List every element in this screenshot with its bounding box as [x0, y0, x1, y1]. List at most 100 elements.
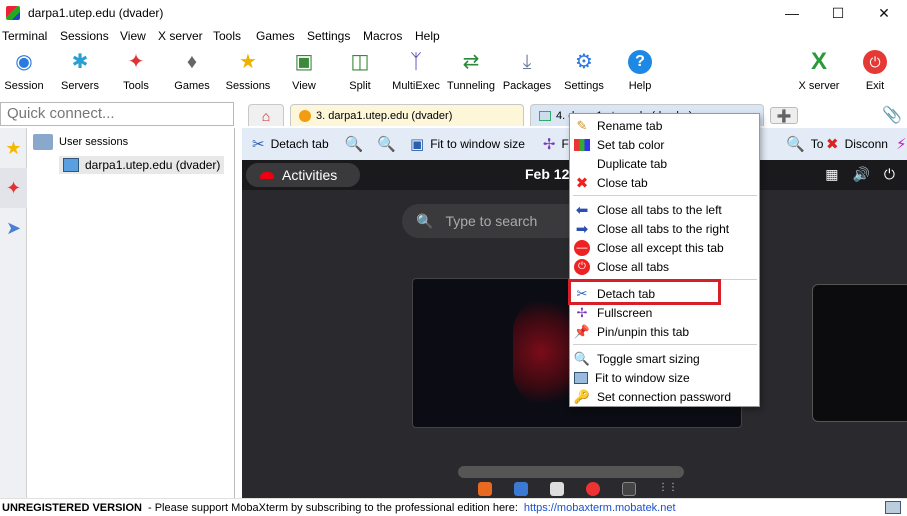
x-server-button[interactable]: XX server	[791, 50, 847, 98]
view-button[interactable]: ▣ View	[276, 50, 332, 98]
zoom-in-icon: 🔍	[344, 136, 364, 153]
help-button[interactable]: ? Help	[612, 50, 668, 98]
files-icon[interactable]	[514, 482, 528, 496]
packages-icon: ⤓	[522, 51, 532, 73]
window-title: darpa1.utep.edu (dvader)	[28, 6, 164, 20]
attach-icon[interactable]: 📎	[882, 105, 902, 125]
software-icon[interactable]	[550, 482, 564, 496]
menu-close-all[interactable]: ⏻ Close all tabs	[571, 257, 759, 276]
color-icon	[574, 138, 590, 151]
menu-games[interactable]: Games	[254, 29, 305, 43]
power-icon: ⏻	[574, 258, 590, 275]
tree-session-item[interactable]: darpa1.utep.edu (dvader)	[59, 156, 225, 174]
close-window-button[interactable]: ✕	[861, 0, 907, 26]
menu-terminal[interactable]: Terminal	[0, 29, 58, 43]
send-icon[interactable]: ➤	[0, 208, 27, 248]
help-ring-icon[interactable]	[586, 482, 600, 496]
status-message: - Please support MobaXterm by subscribin…	[147, 501, 518, 514]
sessions-button[interactable]: ★ Sessions	[220, 50, 276, 98]
detach-tab-button[interactable]: ✂ Detach tab	[252, 135, 329, 153]
games-button[interactable]: ♦ Games	[164, 50, 220, 98]
volume-icon: 🔊	[852, 166, 870, 182]
menu-macros[interactable]: Macros	[361, 29, 413, 43]
menu-fit-window[interactable]: Fit to window size	[571, 368, 759, 387]
duplicate-icon	[574, 156, 590, 172]
tab-session-3[interactable]: 3. darpa1.utep.edu (dvader)	[290, 104, 524, 126]
home-icon: ⌂	[261, 107, 271, 124]
scissors-icon: ✂	[252, 136, 265, 153]
settings-button[interactable]: ⚙ Settings	[556, 50, 612, 98]
favorites-star-icon[interactable]: ★	[0, 128, 27, 168]
zoom-out-button[interactable]: 🔍	[377, 135, 402, 153]
system-tray[interactable]: ▦ 🔊 ⏻	[825, 166, 895, 183]
packages-button[interactable]: ⤓ Packages	[499, 50, 555, 98]
menu-pin-tab[interactable]: 📌 Pin/unpin this tab	[571, 322, 759, 341]
menu-separator	[573, 195, 757, 196]
dash: ⋮⋮	[478, 482, 678, 496]
menu-close-left[interactable]: ⬅ Close all tabs to the left	[571, 200, 759, 219]
power-menu-icon: ⏻	[883, 166, 895, 182]
mobaxterm-link[interactable]: https://mobaxterm.mobatek.net	[524, 502, 676, 514]
menu-x-server[interactable]: X server	[156, 29, 211, 43]
session-button[interactable]: ◉ Session	[0, 50, 52, 98]
menu-close-right[interactable]: ➡ Close all tabs to the right	[571, 219, 759, 238]
key-icon: 🔑	[573, 388, 591, 404]
toggle-button[interactable]: 🔍 To	[786, 135, 823, 153]
window-thumbnail-2[interactable]	[812, 284, 907, 422]
menu-set-tab-color[interactable]: Set tab color	[571, 135, 759, 154]
menu-duplicate-tab[interactable]: Duplicate tab	[571, 154, 759, 173]
help-icon: ?	[628, 50, 652, 74]
menu-help[interactable]: Help	[413, 29, 453, 43]
menu-close-tab[interactable]: ✖ Close tab	[571, 173, 759, 192]
home-tab[interactable]: ⌂	[248, 104, 284, 126]
terminal-icon[interactable]	[622, 482, 636, 496]
menu-set-password[interactable]: 🔑 Set connection password	[571, 387, 759, 406]
fit-window-button[interactable]: ▣ Fit to window size	[410, 135, 525, 153]
clock[interactable]: Feb 12	[525, 166, 569, 182]
fit-window-icon	[574, 371, 588, 384]
windows-icon	[63, 158, 79, 172]
title-bar: darpa1.utep.edu (dvader) — ☐ ✕	[0, 0, 907, 26]
lightning-icon[interactable]: ⚡	[896, 135, 907, 153]
disconnect-button[interactable]: ✖ Disconn	[826, 135, 888, 153]
zoom-in-button[interactable]: 🔍	[345, 135, 370, 153]
menu-tools[interactable]: Tools	[211, 29, 254, 43]
sessions-sidebar: User sessions darpa1.utep.edu (dvader)	[27, 128, 235, 498]
minimize-button[interactable]: —	[769, 0, 815, 26]
monitor-status-icon	[885, 501, 901, 514]
app-grid-icon[interactable]: ⋮⋮	[658, 482, 678, 496]
sidebar-strip: ★ ✦ ➤	[0, 128, 27, 498]
unregistered-label: UNREGISTERED VERSION	[2, 501, 142, 514]
new-tab-button[interactable]: ➕	[770, 107, 798, 124]
app-icon	[6, 6, 20, 20]
status-bar: UNREGISTERED VERSION - Please support Mo…	[0, 498, 907, 516]
firefox-icon[interactable]	[478, 482, 492, 496]
menu-sessions[interactable]: Sessions	[58, 29, 118, 43]
maximize-button[interactable]: ☐	[815, 0, 861, 26]
multiexec-icon: ᛉ	[410, 51, 422, 73]
tools-strip-icon[interactable]: ✦	[0, 168, 27, 208]
servers-button[interactable]: ✱ Servers	[52, 50, 108, 98]
tree-user-sessions[interactable]: User sessions	[33, 134, 128, 150]
activities-button[interactable]: Activities	[246, 163, 360, 187]
menu-rename-tab[interactable]: ✎ Rename tab	[571, 116, 759, 135]
exit-button[interactable]: ⏻ Exit	[847, 50, 903, 98]
menu-close-except[interactable]: — Close all except this tab	[571, 238, 759, 257]
split-icon: ◫	[350, 51, 370, 73]
menu-view[interactable]: View	[118, 29, 156, 43]
power-icon: ⏻	[863, 50, 887, 74]
workspace-indicator	[458, 466, 684, 478]
menu-bar: Terminal Sessions View X server Tools Ga…	[0, 26, 907, 46]
user-folder-icon	[33, 134, 53, 150]
close-icon: ✖	[826, 136, 839, 153]
quick-connect-input[interactable]: Quick connect...	[0, 102, 234, 126]
session-icon: ◉	[15, 51, 33, 73]
multiexec-button[interactable]: ᛉ MultiExec	[388, 50, 444, 98]
menu-toggle-smart-sizing[interactable]: 🔍 Toggle smart sizing	[571, 349, 759, 368]
menu-fullscreen[interactable]: ✢ Fullscreen	[571, 303, 759, 322]
menu-settings[interactable]: Settings	[305, 29, 361, 43]
tools-button[interactable]: ✦ Tools	[108, 50, 164, 98]
split-button[interactable]: ◫ Split	[332, 50, 388, 98]
monitor-icon	[539, 110, 551, 121]
tunneling-button[interactable]: ⇄ Tunneling	[443, 50, 499, 98]
